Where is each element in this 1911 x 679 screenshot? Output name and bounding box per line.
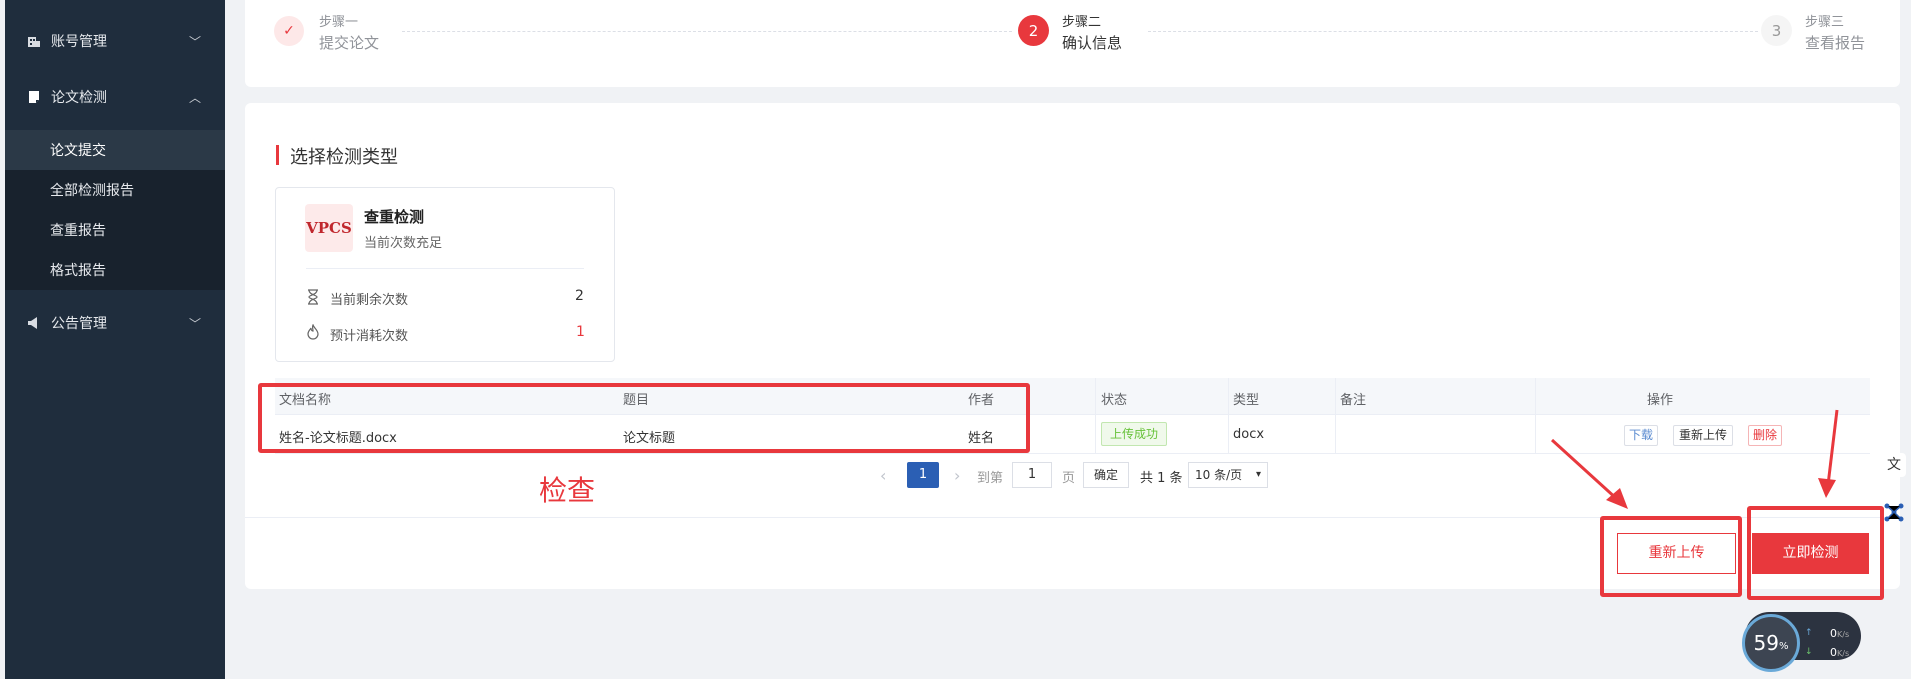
cell-type: docx	[1233, 427, 1265, 442]
sidebar-subitem-label: 格式报告	[50, 263, 106, 279]
page-unit-label: 页	[1062, 471, 1076, 486]
cost-value: 1	[576, 324, 585, 340]
col-header-type: 类型	[1233, 393, 1260, 408]
sidebar-subitem-plagiarism-report[interactable]: 查重报告	[5, 210, 225, 250]
prev-page-icon[interactable]: ‹	[880, 466, 886, 485]
page-number-current[interactable]: 1	[907, 462, 939, 488]
chevron-down-icon: ▾	[1255, 469, 1261, 480]
step-2-title: 步骤二	[1062, 15, 1102, 30]
step-2-active-icon: 2	[1018, 15, 1049, 46]
total-count: 共 1 条	[1140, 471, 1183, 486]
step-connector	[1148, 31, 1758, 32]
cost-label: 预计消耗次数	[330, 329, 409, 344]
status-badge: 上传成功	[1101, 422, 1168, 446]
page-size-select[interactable]: 10 条/页 ▾	[1188, 462, 1268, 488]
goto-confirm-button[interactable]: 确定	[1083, 462, 1129, 488]
sidebar-subitem-submit[interactable]: 论文提交	[5, 130, 225, 170]
usage-percent: 59	[1753, 631, 1779, 655]
annotation-highlight-box	[258, 383, 1030, 453]
chevron-down-icon: ﹀	[188, 317, 201, 331]
col-header-note: 备注	[1340, 393, 1367, 408]
sidebar-item-paper-detection[interactable]: 论文检测 ︿	[5, 69, 225, 125]
sidebar-subitem-all-reports[interactable]: 全部检测报告	[5, 170, 225, 210]
goto-label: 到第	[977, 471, 1004, 486]
hourglass-icon	[307, 289, 319, 305]
sidebar-item-label: 公告管理	[51, 316, 107, 332]
sidebar-subitem-label: 论文提交	[50, 143, 106, 159]
step-3-title: 步骤三	[1805, 15, 1845, 30]
col-header-status: 状态	[1101, 393, 1128, 408]
detect-card-subtitle: 当前次数充足	[364, 236, 443, 251]
step-2-desc: 确认信息	[1062, 34, 1123, 52]
remaining-label: 当前剩余次数	[330, 293, 409, 308]
next-page-icon[interactable]: ›	[954, 466, 960, 485]
section-title-bar	[276, 145, 279, 165]
usage-percent-unit: %	[1778, 640, 1789, 652]
step-3-desc: 查看报告	[1805, 34, 1866, 52]
vpcs-logo: VPCS	[305, 204, 353, 252]
chevron-down-icon: ﹀	[188, 35, 201, 49]
sidebar-item-account[interactable]: 账号管理 ﹀	[5, 13, 225, 69]
translate-icon[interactable]: 文	[1882, 453, 1906, 477]
chevron-up-icon: ︿	[188, 91, 201, 105]
sidebar-subitem-label: 查重报告	[50, 223, 106, 239]
step-1-done-icon: ✓	[274, 16, 304, 46]
annotation-text: 检查	[539, 474, 596, 507]
step-connector	[402, 31, 1012, 32]
step-1-desc: 提交论文	[319, 34, 380, 52]
detect-card-title: 查重检测	[364, 208, 425, 226]
goto-page-input[interactable]: 1	[1012, 462, 1052, 488]
sidebar-subitem-label: 全部检测报告	[50, 183, 134, 199]
flame-icon	[306, 323, 320, 340]
section-title: 选择检测类型	[290, 147, 398, 168]
sidebar-subitem-format-report[interactable]: 格式报告	[5, 250, 225, 290]
step-3-pending-icon: 3	[1761, 15, 1792, 46]
building-icon	[27, 34, 41, 48]
page-size-value: 10 条/页	[1195, 468, 1243, 482]
annotation-arrows	[1550, 409, 1839, 509]
upload-arrow-icon: ↑	[1805, 628, 1813, 638]
remaining-value: 2	[575, 288, 584, 304]
sidebar-item-label: 账号管理	[51, 34, 107, 50]
sidebar-item-announcements[interactable]: 公告管理 ﹀	[5, 295, 225, 351]
download-arrow-icon: ↓	[1805, 647, 1813, 657]
divider	[306, 268, 584, 269]
network-icon[interactable]	[1882, 500, 1906, 524]
step-1-title: 步骤一	[319, 15, 359, 30]
document-icon	[27, 90, 41, 104]
memory-usage-dial[interactable]: 59%	[1742, 614, 1800, 672]
upload-speed: 0K/s	[1830, 627, 1850, 640]
sidebar-item-label: 论文检测	[51, 90, 107, 106]
megaphone-icon	[27, 316, 41, 330]
download-speed: 0K/s	[1830, 646, 1850, 659]
